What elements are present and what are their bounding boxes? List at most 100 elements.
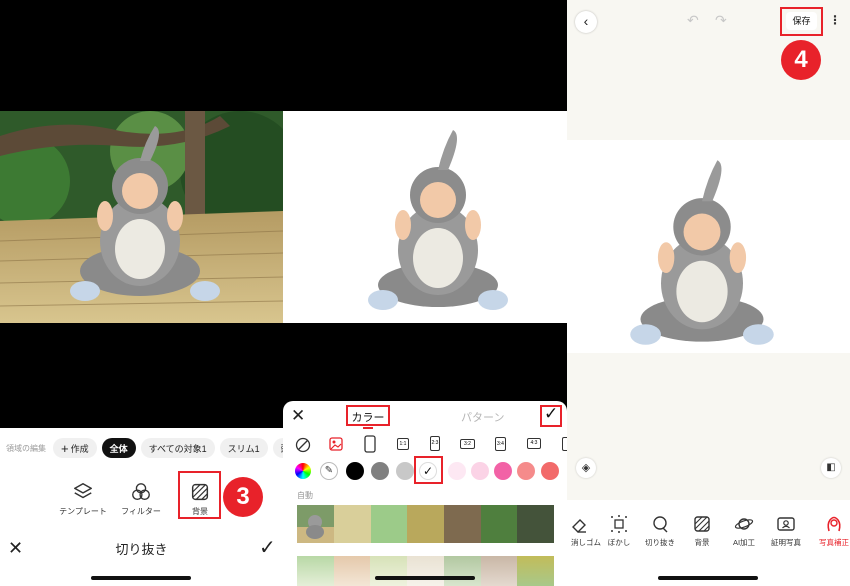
phone-ratio-icon[interactable] <box>364 435 376 453</box>
color-swatch-light-gray[interactable] <box>396 462 414 480</box>
save-button[interactable]: 保存 <box>786 12 817 30</box>
auto-swatch[interactable] <box>334 505 371 543</box>
chip-slim[interactable]: スリム1 <box>219 438 268 458</box>
color-swatch-gray[interactable] <box>371 462 389 480</box>
tool-photo-retouch-label: 写真補正 <box>819 538 849 547</box>
color-swatch-black[interactable] <box>346 462 364 480</box>
tool-id-photo-label: 証明写真 <box>771 538 801 547</box>
home-indicator <box>91 576 191 580</box>
auto-gradient-row <box>297 556 555 586</box>
auto-swatch[interactable] <box>517 505 555 543</box>
result-subject <box>622 150 782 355</box>
ratio-3-4[interactable]: 3:4 <box>495 437 506 451</box>
color-swatch-light-pink[interactable] <box>471 462 489 480</box>
check-icon[interactable]: ✓ <box>544 404 558 424</box>
ratio-3-2[interactable]: 3:2 <box>460 439 475 449</box>
tool-template-label: テンプレート <box>59 507 107 516</box>
more-icon[interactable]: ⋮ <box>829 13 841 27</box>
blur-icon <box>611 515 627 533</box>
background-hatch-icon <box>191 483 209 501</box>
chip-head[interactable]: 頭1 <box>272 438 283 458</box>
auto-swatch[interactable] <box>443 556 481 586</box>
tool-photo-retouch[interactable]: 写真補正 <box>812 514 850 548</box>
redo-icon[interactable]: ↷ <box>715 12 727 29</box>
tool-ai-edit[interactable]: AI加工 <box>722 514 766 548</box>
ratio-1-1[interactable]: 1:1 <box>397 438 409 450</box>
back-icon[interactable]: ‹ <box>575 11 597 33</box>
face-retouch-icon <box>827 516 841 532</box>
undo-icon[interactable]: ↶ <box>687 12 699 29</box>
eyedropper-icon[interactable]: ✎ <box>320 462 338 480</box>
chip-create-label: 作成 <box>70 443 89 454</box>
planet-icon <box>734 518 754 530</box>
home-indicator <box>375 576 475 580</box>
chip-create[interactable]: + 作成 <box>53 438 97 458</box>
footer-title: 切り抜き <box>115 542 168 557</box>
eraser-icon <box>572 519 586 533</box>
tool-template[interactable]: テンプレート <box>53 481 113 517</box>
tool-blur[interactable]: ぼかし <box>597 514 641 548</box>
layers-icon[interactable]: ◈ <box>576 458 596 478</box>
original-photo <box>0 111 283 323</box>
auto-swatch-photo-thumb[interactable] <box>297 505 334 543</box>
background-hatch-icon <box>694 516 710 532</box>
canvas-bottom-letterbox <box>0 323 283 428</box>
tool-background[interactable]: 背景 <box>680 514 724 548</box>
chip-all-objects[interactable]: すべての対象1 <box>140 438 215 458</box>
auto-swatch[interactable] <box>407 556 444 586</box>
color-sheet: ✕ カラー パターン ✓ 1:1 2:3 3:2 3:4 4:3 ✎ ✓ 自動 <box>283 401 567 586</box>
auto-swatch-row <box>297 505 555 543</box>
tool-background[interactable]: 背景 <box>170 481 230 517</box>
auto-swatch[interactable] <box>517 556 555 586</box>
auto-swatch[interactable] <box>370 556 408 586</box>
close-icon[interactable]: ✕ <box>291 406 305 426</box>
area-edit-label: 領域の編集 <box>6 443 46 453</box>
auto-label: 自動 <box>297 491 313 500</box>
step-3-badge: 3 <box>223 477 263 517</box>
ratio-2-3[interactable]: 2:3 <box>430 436 440 451</box>
plus-icon: + <box>61 440 69 456</box>
auto-swatch[interactable] <box>297 556 334 586</box>
tab-color[interactable]: カラー <box>346 409 390 425</box>
color-swatch-coral[interactable] <box>541 462 559 480</box>
color-wheel-icon[interactable] <box>295 463 311 479</box>
auto-swatch[interactable] <box>480 556 518 586</box>
panel-cutout-editor: 領域の編集 + 作成 全体 すべての対象1 スリム1 頭1 テンプレート フィル… <box>0 0 283 586</box>
compare-icon[interactable]: ◧ <box>821 458 841 478</box>
tool-background-label: 背景 <box>192 507 208 516</box>
tool-eraser[interactable]: 消しゴム <box>557 514 601 548</box>
check-icon[interactable]: ✓ <box>259 535 276 560</box>
tool-ai-edit-label: AI加工 <box>732 538 756 547</box>
tool-filter[interactable]: フィルター <box>111 481 171 517</box>
tool-id-photo[interactable]: 証明写真 <box>764 514 808 548</box>
canvas-top-letterbox <box>0 0 283 111</box>
chip-all[interactable]: 全体 <box>101 438 136 458</box>
tab-pattern[interactable]: パターン <box>461 409 504 425</box>
tool-cutout-label: 切り抜き <box>645 538 675 547</box>
filter-circles-icon <box>132 483 150 501</box>
layers-icon <box>74 483 92 499</box>
image-background-icon[interactable] <box>328 436 344 452</box>
tool-blur-label: ぼかし <box>607 538 631 547</box>
color-swatch-pale-pink[interactable] <box>448 462 466 480</box>
color-swatch-salmon[interactable] <box>517 462 535 480</box>
tool-filter-label: フィルター <box>121 507 161 516</box>
color-swatch-white-selected[interactable]: ✓ <box>419 462 437 480</box>
tool-background-label: 背景 <box>694 538 710 547</box>
auto-swatch[interactable] <box>480 505 518 543</box>
id-photo-icon <box>777 517 795 531</box>
home-indicator <box>658 576 758 580</box>
no-background-icon[interactable] <box>295 437 311 453</box>
step-4-badge: 4 <box>781 40 821 80</box>
auto-swatch[interactable] <box>333 556 371 586</box>
auto-swatch[interactable] <box>370 505 408 543</box>
ratio-4-3[interactable]: 4:3 <box>527 438 541 449</box>
panel-background-color: ✕ カラー パターン ✓ 1:1 2:3 3:2 3:4 4:3 ✎ ✓ 自動 <box>283 0 567 586</box>
tool-cutout[interactable]: 切り抜き <box>638 514 682 548</box>
tab-color-underline <box>363 427 373 429</box>
tool-eraser-label: 消しゴム <box>571 538 601 547</box>
color-swatch-pink[interactable] <box>494 462 512 480</box>
auto-swatch[interactable] <box>444 505 481 543</box>
auto-swatch[interactable] <box>407 505 445 543</box>
cutout-icon <box>653 516 668 533</box>
